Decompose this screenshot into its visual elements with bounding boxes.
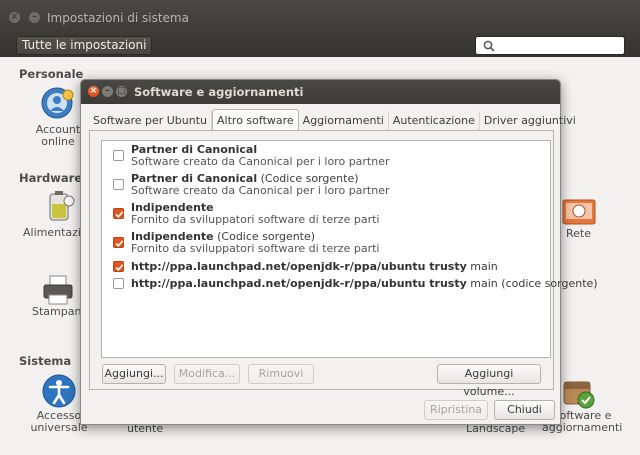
source-checkbox[interactable] bbox=[113, 278, 124, 289]
dialog-close-icon[interactable]: × bbox=[88, 86, 99, 97]
online-accounts-label-line2: online bbox=[41, 135, 75, 148]
section-hardware: Hardware bbox=[19, 171, 83, 185]
source-checkbox[interactable] bbox=[113, 179, 124, 190]
network-icon[interactable] bbox=[561, 196, 597, 226]
source-checkbox[interactable] bbox=[113, 237, 124, 248]
source-checkbox[interactable] bbox=[113, 261, 124, 272]
dialog-title: Software e aggiornamenti bbox=[134, 85, 304, 99]
tab-updates[interactable]: Aggiornamenti bbox=[299, 111, 389, 131]
tab-other-software[interactable]: Altro software bbox=[212, 109, 299, 131]
source-description: Software creato da Canonical per i loro … bbox=[131, 184, 390, 197]
software-updates-icon[interactable] bbox=[560, 374, 596, 410]
settings-window-title: Impostazioni di sistema bbox=[47, 11, 189, 25]
dialog-titlebar: × – □ Software e aggiornamenti bbox=[81, 80, 560, 104]
section-system: Sistema bbox=[19, 354, 72, 368]
close-button[interactable]: Chiudi bbox=[494, 400, 555, 420]
add-volume-button[interactable]: Aggiungi volume... bbox=[437, 364, 541, 398]
battery-icon[interactable] bbox=[41, 188, 77, 224]
source-checkbox[interactable] bbox=[113, 150, 124, 161]
add-source-button[interactable]: Aggiungi... bbox=[102, 364, 166, 384]
remove-source-button[interactable]: Rimuovi bbox=[248, 364, 314, 384]
tab-additional-drivers[interactable]: Driver aggiuntivi bbox=[480, 111, 580, 131]
section-personal: Personale bbox=[19, 67, 84, 81]
printers-label[interactable]: Stampant bbox=[32, 306, 86, 318]
check-icon bbox=[115, 264, 124, 272]
search-icon bbox=[483, 40, 495, 52]
printer-icon[interactable] bbox=[40, 272, 76, 308]
tab-authentication[interactable]: Autenticazione bbox=[389, 111, 480, 131]
search-input[interactable] bbox=[475, 36, 625, 55]
dialog-maximize-icon[interactable]: □ bbox=[116, 86, 127, 97]
source-description: Fornito da sviluppatori software di terz… bbox=[131, 213, 380, 226]
check-icon bbox=[115, 211, 124, 219]
edit-source-button[interactable]: Modifica... bbox=[174, 364, 240, 384]
close-icon[interactable]: × bbox=[9, 12, 20, 23]
dialog-minimize-icon[interactable]: – bbox=[102, 86, 113, 97]
source-suffix: main bbox=[466, 260, 498, 273]
settings-titlebar: × – Impostazioni di sistema bbox=[0, 0, 640, 33]
source-name: http://ppa.launchpad.net/openjdk-r/ppa/u… bbox=[131, 277, 467, 290]
settings-toolbar: Tutte le impostazioni bbox=[0, 33, 640, 57]
all-settings-button[interactable]: Tutte le impostazioni bbox=[16, 36, 153, 55]
check-icon bbox=[115, 240, 124, 248]
revert-button[interactable]: Ripristina bbox=[424, 400, 488, 420]
other-software-panel: Partner di Canonical Software creato da … bbox=[89, 130, 598, 398]
source-suffix: main (codice sorgente) bbox=[466, 277, 598, 290]
source-name: http://ppa.launchpad.net/openjdk-r/ppa/u… bbox=[131, 260, 467, 273]
source-description: Fornito da sviluppatori software di terz… bbox=[131, 242, 380, 255]
source-checkbox[interactable] bbox=[113, 208, 124, 219]
software-updates-dialog: × – □ Software e aggiornamenti Software … bbox=[80, 79, 598, 425]
source-description: Software creato da Canonical per i loro … bbox=[131, 155, 390, 168]
universal-access-icon[interactable] bbox=[41, 373, 77, 409]
dialog-tabs: Software per Ubuntu Altro software Aggio… bbox=[89, 109, 580, 131]
minimize-icon[interactable]: – bbox=[29, 12, 40, 23]
sources-list: Partner di Canonical Software creato da … bbox=[101, 140, 598, 358]
online-accounts-label[interactable]: Account online bbox=[28, 124, 88, 148]
power-label[interactable]: Alimentazio bbox=[23, 227, 88, 239]
tab-software-for-ubuntu[interactable]: Software per Ubuntu bbox=[89, 111, 213, 131]
network-label[interactable]: Rete bbox=[566, 228, 591, 240]
online-accounts-icon[interactable] bbox=[40, 86, 76, 122]
